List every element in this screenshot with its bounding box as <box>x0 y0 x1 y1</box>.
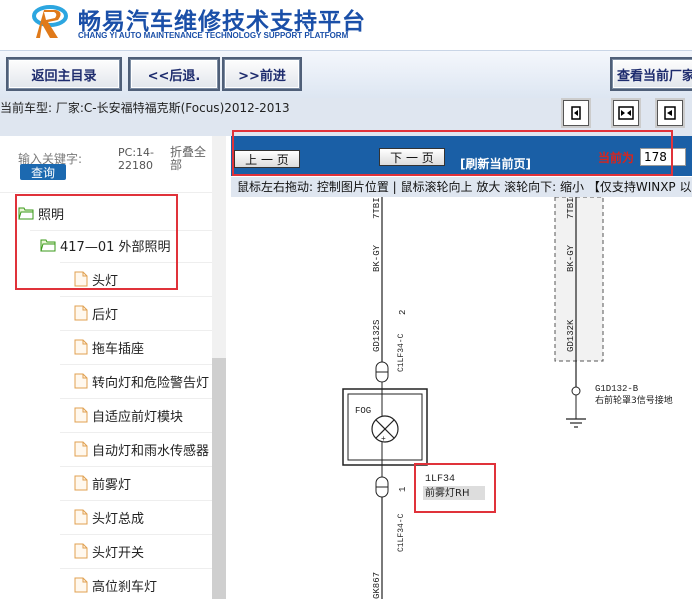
usage-hint: 鼠标左右拖动: 控制图片位置 | 鼠标滚轮向上 放大 滚轮向下: 缩小 【仅支持… <box>231 177 692 197</box>
wiring-diagram[interactable]: + FOG 7TBI BK-GY GD132S 2 C1LF34-C 1 C1L… <box>231 197 692 599</box>
wire-label: 7TBI <box>372 197 382 219</box>
wire-label: BK-GY <box>566 244 576 272</box>
fit-width-icon <box>571 106 581 120</box>
forward-button[interactable]: >>前进 <box>224 59 300 89</box>
wire-label: GK867 <box>372 572 382 599</box>
toolbar: 返回主目录 <<后退. >>前进 查看当前厂家 <box>0 50 692 98</box>
home-button[interactable]: 返回主目录 <box>8 59 120 89</box>
logo-icon <box>32 5 68 38</box>
tree-item-label: 转向灯和危险警告灯 <box>92 375 210 391</box>
fit-both-button[interactable] <box>613 100 639 126</box>
connector-pin: 1 <box>398 487 408 492</box>
wire-label: BK-GY <box>372 244 382 272</box>
document-icon <box>74 509 88 525</box>
query-button[interactable]: 查询 <box>20 164 66 180</box>
tree-item-front-fog-lamp[interactable]: 前雾灯 <box>74 466 131 500</box>
svg-text:+: + <box>381 435 386 444</box>
document-icon <box>74 407 88 423</box>
back-button[interactable]: <<后退. <box>130 59 218 89</box>
tree-item-label: 自适应前灯模块 <box>92 409 184 425</box>
tree-item-label: 头灯开关 <box>92 545 145 561</box>
connector-pin: 2 <box>398 310 408 315</box>
document-icon <box>74 577 88 593</box>
actual-size-icon <box>664 106 676 120</box>
tree-item-label: 头灯总成 <box>92 511 145 527</box>
tree-item-headlamp-assembly[interactable]: 头灯总成 <box>74 500 144 534</box>
scrollbar-thumb[interactable] <box>212 358 226 599</box>
document-icon <box>74 339 88 355</box>
tree-item-turn-signal[interactable]: 转向灯和危险警告灯 <box>74 364 209 398</box>
fit-width-button[interactable] <box>563 100 589 126</box>
brand-subtitle: CHANG YI AUTO MAINTENANCE TECHNOLOGY SUP… <box>78 31 349 40</box>
wiring-diagram-svg: + FOG 7TBI BK-GY GD132S 2 C1LF34-C 1 C1L… <box>342 197 673 599</box>
tree-item-high-brake-lamp[interactable]: 高位刹车灯 <box>74 568 157 599</box>
fit-both-icon <box>618 106 634 120</box>
connector-label: GD132K <box>566 319 576 352</box>
tree-item-tail-lamp[interactable]: 后灯 <box>74 296 118 330</box>
view-current-button[interactable]: 查看当前厂家 <box>612 59 692 89</box>
tree-item-label: 高位刹车灯 <box>92 579 158 595</box>
header: 畅易汽车维修技术支持平台 CHANG YI AUTO MAINTENANCE T… <box>0 0 692 50</box>
highlight-box <box>414 463 496 513</box>
tree-item-auto-lamp-rain-sensor[interactable]: 自动灯和雨水传感器 <box>74 432 209 466</box>
highlight-box <box>232 130 673 176</box>
tree-item-label: 前雾灯 <box>92 477 132 493</box>
divider <box>0 192 212 193</box>
fold-all-link[interactable]: 折叠全部 <box>170 146 210 172</box>
tree-item-label: 后灯 <box>92 307 119 323</box>
actual-size-button[interactable] <box>657 100 683 126</box>
tree-item-adaptive-headlamp[interactable]: 自适应前灯模块 <box>74 398 183 432</box>
current-car-model: 当前车型: 厂家:C-长安福特福克斯(Focus)2012-2013 <box>0 101 290 115</box>
document-icon <box>74 441 88 457</box>
connector-label: C1LF34-C <box>397 333 406 372</box>
tree-item-label: 自动灯和雨水传感器 <box>92 443 210 459</box>
tree-item-label: 拖车插座 <box>92 341 145 357</box>
document-icon <box>74 475 88 491</box>
ground-id: G1D132-B <box>595 384 639 394</box>
tree-item-trailer-socket[interactable]: 拖车插座 <box>74 330 144 364</box>
document-icon <box>74 373 88 389</box>
connector-label: C1LF34-C <box>397 513 406 552</box>
pc-code: PC:14-22180 <box>118 146 154 172</box>
search-area: 输入关键字: 查询 PC:14-22180 折叠全部 <box>0 136 212 192</box>
fog-label: FOG <box>355 406 371 416</box>
document-icon <box>74 543 88 559</box>
wire-label: 7TBI <box>566 197 576 219</box>
tree-item-headlamp-switch[interactable]: 头灯开关 <box>74 534 144 568</box>
ground-desc: 右前轮罩3信号接地 <box>595 394 673 406</box>
document-icon <box>74 305 88 321</box>
highlight-box <box>15 194 178 290</box>
connector-label: GD132S <box>372 320 382 352</box>
